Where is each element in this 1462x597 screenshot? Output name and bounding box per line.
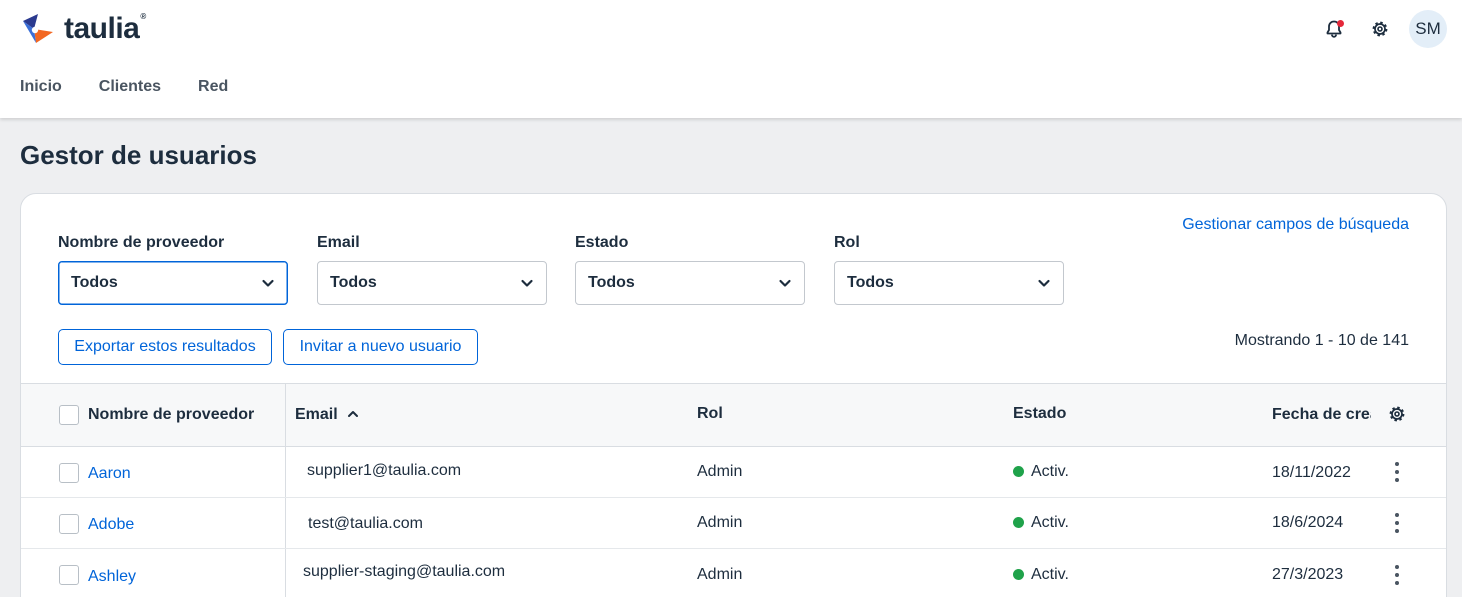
created-date-cell: 27/3/2023 — [1272, 566, 1344, 583]
chevron-down-icon — [262, 279, 274, 287]
table-header: Nombre de proveedor Email Rol Estado Fec… — [21, 384, 1446, 447]
nav-item-inicio[interactable]: Inicio — [20, 78, 62, 96]
taulia-logo[interactable]: taulia® — [20, 12, 146, 46]
column-header-role[interactable]: Rol — [697, 405, 723, 423]
table-row: Aaron supplier1@taulia.com Admin Activ. … — [21, 447, 1446, 498]
column-header-email[interactable]: Email — [295, 406, 359, 424]
row-checkbox[interactable] — [59, 463, 79, 483]
header-actions: SM — [1307, 10, 1447, 48]
user-avatar[interactable]: SM — [1409, 10, 1447, 48]
row-actions-menu-icon[interactable] — [1387, 457, 1407, 487]
users-table: Nombre de proveedor Email Rol Estado Fec… — [21, 383, 1446, 597]
status-cell: Activ. — [1013, 463, 1069, 481]
chevron-down-icon — [779, 279, 791, 287]
email-cell: test@taulia.com — [308, 515, 423, 532]
filter-status: Estado Todos — [575, 234, 805, 305]
row-actions-menu-icon[interactable] — [1387, 508, 1407, 538]
nav-item-red[interactable]: Red — [198, 78, 228, 96]
manage-search-fields-link[interactable]: Gestionar campos de búsqueda — [1182, 216, 1409, 234]
top-bar: taulia® SM Inicio Clientes Red — [0, 0, 1462, 118]
filter-label: Nombre de proveedor — [58, 234, 225, 251]
status-active-dot — [1013, 466, 1024, 477]
taulia-logo-mark — [23, 14, 53, 43]
table-row: Ashley supplier-staging@taulia.com Admin… — [21, 549, 1446, 597]
column-divider — [285, 498, 286, 548]
main-nav: Inicio Clientes Red — [20, 78, 265, 96]
status-text: Activ. — [1031, 566, 1069, 583]
select-value: Todos — [847, 274, 894, 291]
status-text: Activ. — [1031, 514, 1069, 531]
role-cell: Admin — [697, 463, 743, 480]
email-cell: supplier1@taulia.com — [307, 462, 462, 479]
select-value: Todos — [330, 274, 377, 291]
supplier-name-link[interactable]: Adobe — [88, 516, 134, 534]
settings-button[interactable] — [1361, 10, 1399, 48]
notification-dot — [1337, 20, 1344, 27]
status-select[interactable]: Todos — [575, 261, 805, 305]
chevron-down-icon — [521, 279, 533, 287]
select-all-checkbox[interactable] — [59, 405, 79, 425]
gear-icon — [1389, 406, 1405, 422]
supplier-name-select[interactable]: Todos — [58, 261, 288, 305]
supplier-name-link[interactable]: Ashley — [88, 568, 136, 586]
column-header-status[interactable]: Estado — [1013, 405, 1066, 423]
row-checkbox[interactable] — [59, 514, 79, 534]
filter-supplier-name: Nombre de proveedor Todos — [58, 234, 288, 305]
role-cell: Admin — [697, 566, 743, 583]
created-date-cell: 18/6/2024 — [1272, 514, 1344, 531]
status-active-dot — [1013, 569, 1024, 580]
filter-role: Rol Todos — [834, 234, 1064, 305]
select-value: Todos — [71, 274, 118, 291]
logo-text: taulia® — [64, 12, 146, 45]
filter-label: Rol — [834, 234, 860, 251]
notifications-button[interactable] — [1315, 10, 1353, 48]
page-title: Gestor de usuarios — [20, 140, 257, 170]
filter-email: Email Todos — [317, 234, 547, 305]
export-results-button[interactable]: Exportar estos resultados — [58, 329, 272, 365]
role-select[interactable]: Todos — [834, 261, 1064, 305]
chevron-down-icon — [1038, 279, 1050, 287]
sort-ascending-icon — [348, 411, 359, 417]
user-manager-card: Gestionar campos de búsqueda Nombre de p… — [20, 193, 1447, 597]
column-divider — [285, 447, 286, 497]
gear-icon — [1372, 21, 1388, 37]
column-header-created[interactable]: Fecha de creación — [1272, 406, 1371, 424]
status-text: Activ. — [1031, 463, 1069, 480]
column-divider — [285, 384, 286, 446]
select-value: Todos — [588, 274, 635, 291]
status-cell: Activ. — [1013, 514, 1069, 532]
role-cell: Admin — [697, 514, 743, 531]
column-header-email-label: Email — [295, 406, 338, 423]
table-row: Adobe test@taulia.com Admin Activ. 18/6/… — [21, 498, 1446, 549]
email-cell: supplier-staging@taulia.com — [303, 563, 506, 580]
invite-user-button[interactable]: Invitar a nuevo usuario — [283, 329, 478, 365]
status-cell: Activ. — [1013, 566, 1069, 584]
column-settings-button[interactable] — [1387, 404, 1407, 429]
nav-item-clientes[interactable]: Clientes — [99, 78, 161, 96]
status-active-dot — [1013, 517, 1024, 528]
supplier-name-link[interactable]: Aaron — [88, 465, 131, 483]
created-date-cell: 18/11/2022 — [1272, 464, 1351, 481]
column-header-supplier[interactable]: Nombre de proveedor — [88, 406, 254, 424]
filter-label: Estado — [575, 234, 629, 251]
row-checkbox[interactable] — [59, 565, 79, 585]
email-select[interactable]: Todos — [317, 261, 547, 305]
column-divider — [285, 549, 286, 597]
row-actions-menu-icon[interactable] — [1387, 560, 1407, 590]
filter-label: Email — [317, 234, 360, 251]
results-count: Mostrando 1 - 10 de 141 — [1234, 332, 1409, 349]
